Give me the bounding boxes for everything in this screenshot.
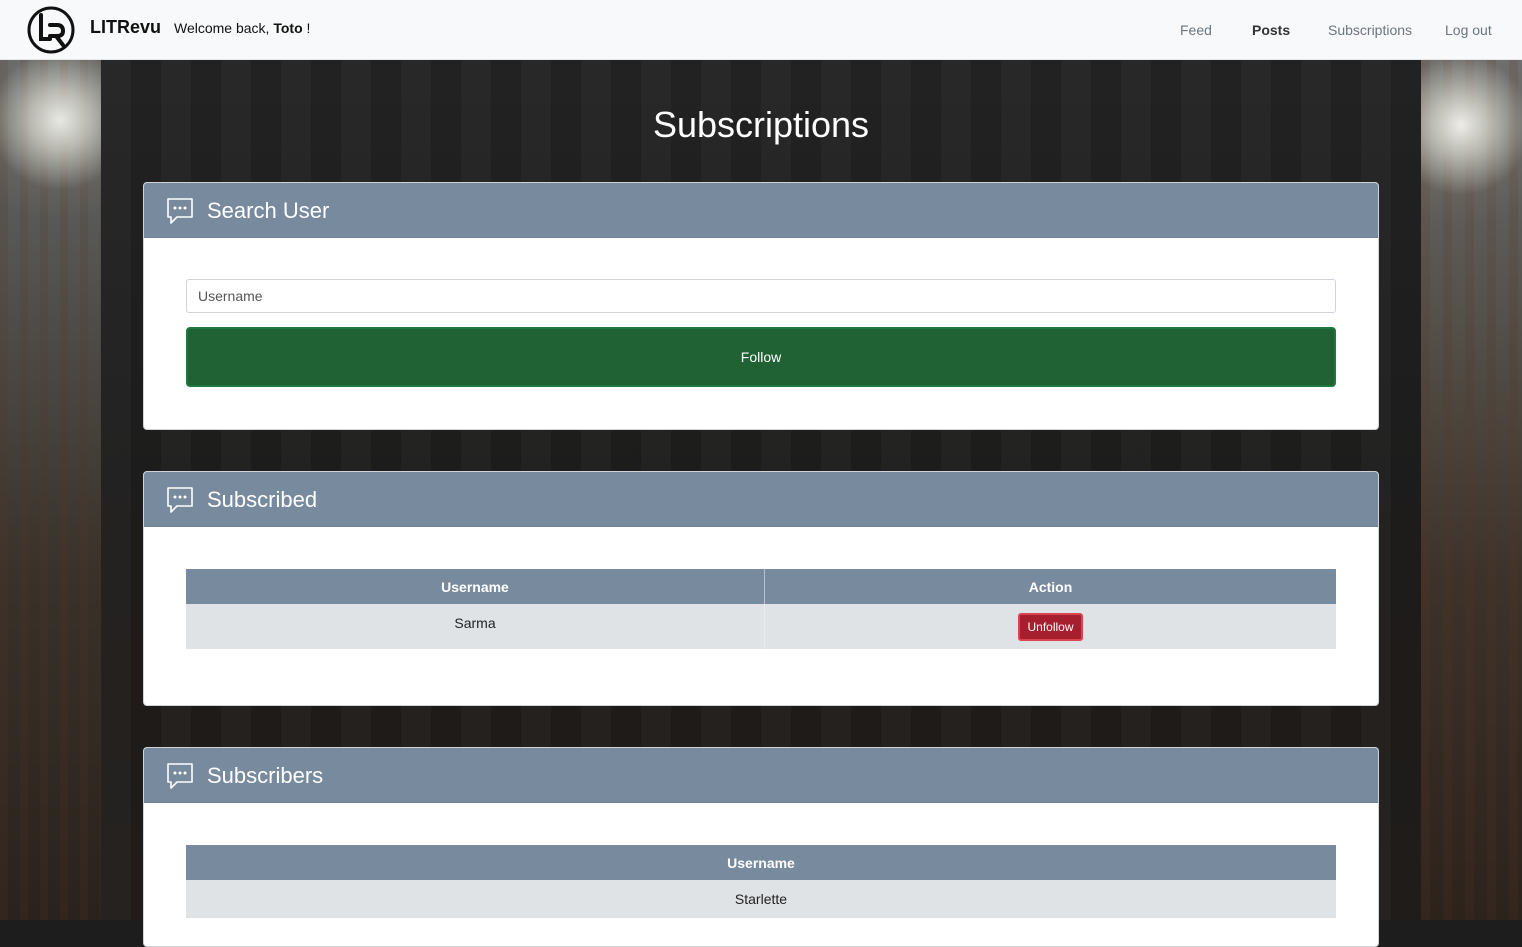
column-header-username: Username xyxy=(186,569,765,604)
nav-link-posts[interactable]: Posts xyxy=(1252,22,1290,38)
follow-button[interactable]: Follow xyxy=(186,327,1336,387)
table-row: Sarma Unfollow xyxy=(186,604,1336,649)
column-header-username: Username xyxy=(186,845,1336,880)
username-search-input[interactable] xyxy=(186,279,1336,313)
subscribed-card: Subscribed Username Action Sarma Unfollo… xyxy=(143,471,1379,706)
card-header: Subscribers xyxy=(144,748,1378,803)
search-user-card: Search User Follow xyxy=(143,182,1379,430)
card-title: Subscribers xyxy=(207,763,324,788)
card-header: Subscribed xyxy=(144,472,1378,527)
subscribed-username: Sarma xyxy=(186,604,765,649)
brand-logo-icon[interactable] xyxy=(26,5,76,55)
table-row: Starlette xyxy=(186,880,1336,918)
nav-link-logout[interactable]: Log out xyxy=(1445,22,1492,38)
chat-bubble-icon xyxy=(167,198,193,224)
background-right xyxy=(1421,60,1522,920)
subscriber-username: Starlette xyxy=(186,880,1336,918)
chat-bubble-icon xyxy=(167,487,193,513)
card-title: Subscribed xyxy=(207,487,318,512)
subscribers-card: Subscribers Username Starlette xyxy=(143,747,1379,947)
column-header-action: Action xyxy=(764,569,1336,604)
unfollow-button[interactable]: Unfollow xyxy=(1018,612,1083,641)
chat-bubble-icon xyxy=(167,763,193,789)
welcome-message: Welcome back, Toto ! xyxy=(174,20,310,36)
background-left xyxy=(0,60,101,920)
brand-name[interactable]: LITRevu xyxy=(90,17,161,38)
nav-link-subscriptions[interactable]: Subscriptions xyxy=(1328,22,1412,38)
subscribers-table: Username Starlette xyxy=(186,845,1336,918)
card-header: Search User xyxy=(144,183,1378,238)
table-header-row: Username xyxy=(186,845,1336,880)
card-title: Search User xyxy=(207,198,330,223)
action-cell: Unfollow xyxy=(764,604,1336,649)
table-header-row: Username Action xyxy=(186,569,1336,604)
top-navbar: LITRevu Welcome back, Toto ! Feed Posts … xyxy=(0,0,1522,60)
current-username: Toto xyxy=(273,20,303,36)
welcome-suffix: ! xyxy=(302,20,311,36)
page-title: Subscriptions xyxy=(652,104,870,145)
subscribed-table: Username Action Sarma Unfollow xyxy=(186,569,1336,649)
welcome-prefix: Welcome back, xyxy=(174,20,274,36)
nav-link-feed[interactable]: Feed xyxy=(1180,22,1212,38)
